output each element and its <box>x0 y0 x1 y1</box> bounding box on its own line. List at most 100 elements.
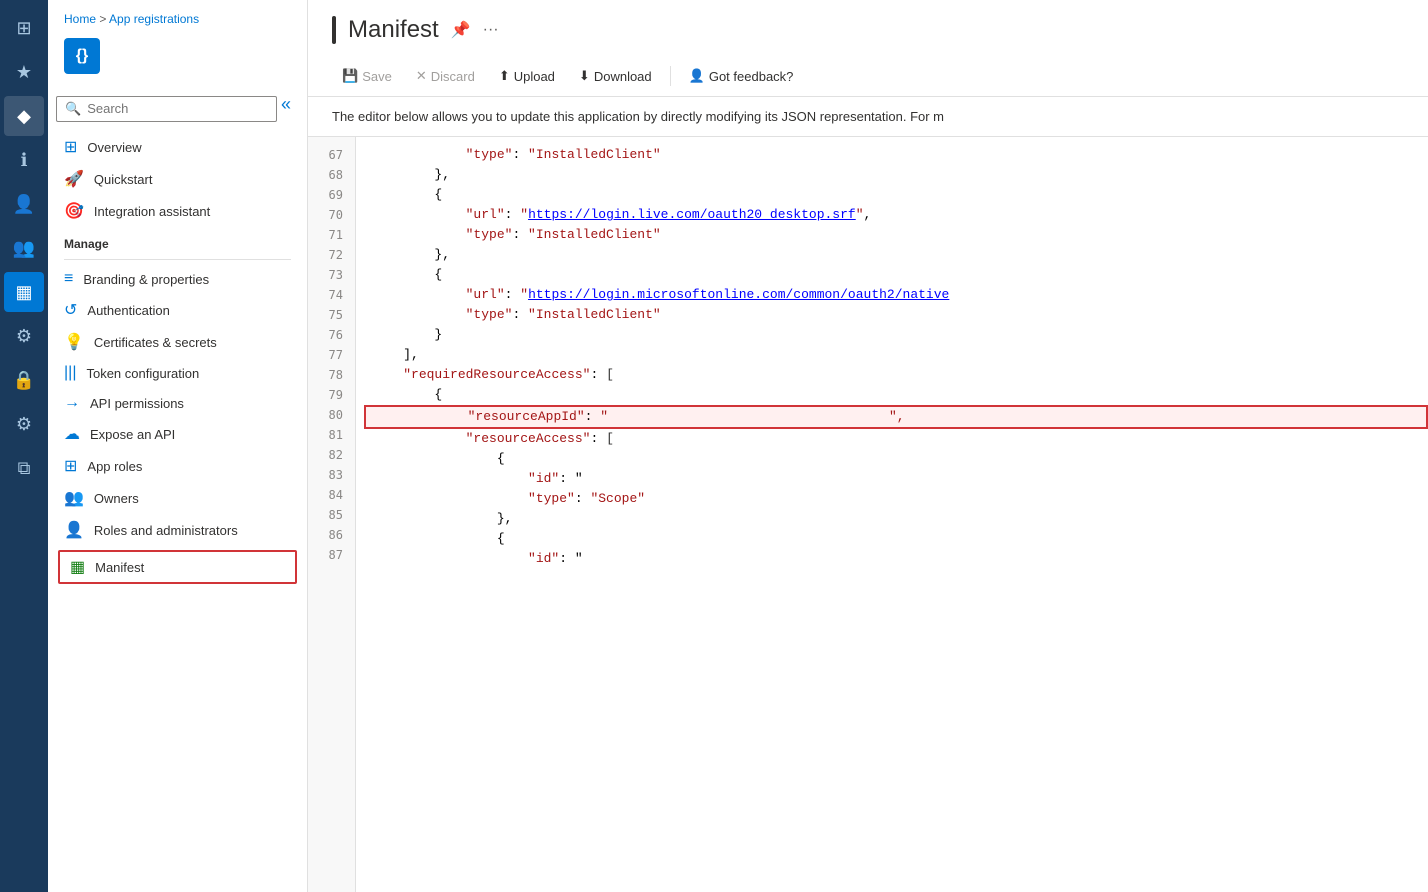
quickstart-label: Quickstart <box>94 172 153 187</box>
search-box: 🔍 <box>56 96 277 122</box>
line-number: 84 <box>308 485 355 505</box>
manifest-icon: ▦ <box>70 557 85 577</box>
line-number: 83 <box>308 465 355 485</box>
code-line: "id": " <box>372 549 1428 569</box>
line-number: 87 <box>308 545 355 565</box>
code-line: "resourceAppId": " ", <box>364 405 1428 429</box>
app-roles-icon: ⊞ <box>64 456 77 476</box>
line-number: 77 <box>308 345 355 365</box>
settings-nav-icon[interactable]: ⚙ <box>4 316 44 356</box>
breadcrumb: Home > App registrations <box>64 12 291 26</box>
sidebar-item-integration[interactable]: 🎯 Integration assistant <box>48 195 307 227</box>
line-number: 75 <box>308 305 355 325</box>
sidebar-item-app-roles[interactable]: ⊞ App roles <box>48 450 307 482</box>
sidebar-item-manifest[interactable]: ▦ Manifest <box>58 550 297 584</box>
sidebar-item-certificates[interactable]: 💡 Certificates & secrets <box>48 326 307 358</box>
code-line: { <box>372 385 1428 405</box>
sidebar-item-overview[interactable]: ⊞ Overview <box>48 131 307 163</box>
feedback-icon: 👤 <box>689 68 705 84</box>
code-line: }, <box>372 509 1428 529</box>
search-icon: 🔍 <box>65 101 81 117</box>
code-content[interactable]: "type": "InstalledClient" }, { "url": "h… <box>356 137 1428 892</box>
upload-label: Upload <box>514 69 555 84</box>
app-roles-label: App roles <box>87 459 142 474</box>
overview-label: Overview <box>87 140 141 155</box>
sidebar-item-quickstart[interactable]: 🚀 Quickstart <box>48 163 307 195</box>
line-number: 76 <box>308 325 355 345</box>
code-line: "type": "Scope" <box>372 489 1428 509</box>
download-label: Download <box>594 69 652 84</box>
manifest-label: Manifest <box>95 560 144 575</box>
save-icon: 💾 <box>342 68 358 84</box>
sidebar-item-owners[interactable]: 👥 Owners <box>48 482 307 514</box>
app-icon: {} <box>64 38 100 74</box>
auth-label: Authentication <box>87 303 169 318</box>
upload-button[interactable]: ⬆ Upload <box>489 64 565 88</box>
lock-nav-icon[interactable]: 🔒 <box>4 360 44 400</box>
search-row: 🔍 « <box>48 94 307 123</box>
more-options-icon[interactable]: ··· <box>483 21 499 39</box>
toolbar-sep <box>670 66 671 86</box>
roles-admin-label: Roles and administrators <box>94 523 238 538</box>
sidebar-item-roles-admins[interactable]: 👤 Roles and administrators <box>48 514 307 546</box>
favorites-nav-icon[interactable]: ★ <box>4 52 44 92</box>
integration-icon: 🎯 <box>64 201 84 221</box>
save-button[interactable]: 💾 Save <box>332 64 402 88</box>
table-nav-icon[interactable]: ▦ <box>4 272 44 312</box>
download-button[interactable]: ⬇ Download <box>569 64 662 88</box>
layers-nav-icon[interactable]: ⧉ <box>4 448 44 488</box>
roles-admin-icon: 👤 <box>64 520 84 540</box>
sidebar-item-branding[interactable]: ≡ Branding & properties <box>48 264 307 294</box>
code-line: { <box>372 185 1428 205</box>
line-number: 79 <box>308 385 355 405</box>
code-line: "id": " <box>372 469 1428 489</box>
search-input[interactable] <box>87 101 268 116</box>
breadcrumb-separator: > <box>99 12 109 26</box>
overview-icon: ⊞ <box>64 137 77 157</box>
code-line: "requiredResourceAccess": [ <box>372 365 1428 385</box>
auth-icon: ↺ <box>64 300 77 320</box>
pin-icon[interactable]: 📌 <box>451 20 471 40</box>
diamond-nav-icon[interactable]: ◆ <box>4 96 44 136</box>
integration-label: Integration assistant <box>94 204 210 219</box>
line-number: 69 <box>308 185 355 205</box>
page-title: Manifest <box>348 16 439 44</box>
sidebar-item-expose-api[interactable]: ☁ Expose an API <box>48 418 307 450</box>
code-line: "type": "InstalledClient" <box>372 305 1428 325</box>
certificates-label: Certificates & secrets <box>94 335 217 350</box>
owners-icon: 👥 <box>64 488 84 508</box>
editor-container: 6768697071727374757677787980818283848586… <box>308 137 1428 892</box>
branding-label: Branding & properties <box>83 272 209 287</box>
breadcrumb-current[interactable]: App registrations <box>109 12 199 26</box>
manage-divider <box>64 259 291 260</box>
code-line: "type": "InstalledClient" <box>372 145 1428 165</box>
branding-icon: ≡ <box>64 270 73 288</box>
token-icon: ||| <box>64 364 76 382</box>
token-label: Token configuration <box>86 366 199 381</box>
line-number: 74 <box>308 285 355 305</box>
feedback-button[interactable]: 👤 Got feedback? <box>679 64 804 88</box>
discard-icon: ✕ <box>416 68 427 84</box>
line-number: 86 <box>308 525 355 545</box>
api-perm-label: API permissions <box>90 396 184 411</box>
sidebar-item-api-permissions[interactable]: → API permissions <box>48 388 307 418</box>
group-nav-icon[interactable]: 👥 <box>4 228 44 268</box>
line-number: 70 <box>308 205 355 225</box>
expose-icon: ☁ <box>64 424 80 444</box>
info-nav-icon[interactable]: ℹ <box>4 140 44 180</box>
code-line: { <box>372 529 1428 549</box>
code-line: }, <box>372 165 1428 185</box>
code-line: } <box>372 325 1428 345</box>
collapse-button[interactable]: « <box>281 94 291 115</box>
feedback-label: Got feedback? <box>709 69 794 84</box>
breadcrumb-home[interactable]: Home <box>64 12 96 26</box>
gear2-nav-icon[interactable]: ⚙ <box>4 404 44 444</box>
discard-button[interactable]: ✕ Discard <box>406 64 485 88</box>
code-line: { <box>372 449 1428 469</box>
sidebar-item-authentication[interactable]: ↺ Authentication <box>48 294 307 326</box>
person-nav-icon[interactable]: 👤 <box>4 184 44 224</box>
home-nav-icon[interactable]: ⊞ <box>4 8 44 48</box>
save-label: Save <box>362 69 392 84</box>
sidebar-item-token[interactable]: ||| Token configuration <box>48 358 307 388</box>
title-divider <box>332 16 336 44</box>
